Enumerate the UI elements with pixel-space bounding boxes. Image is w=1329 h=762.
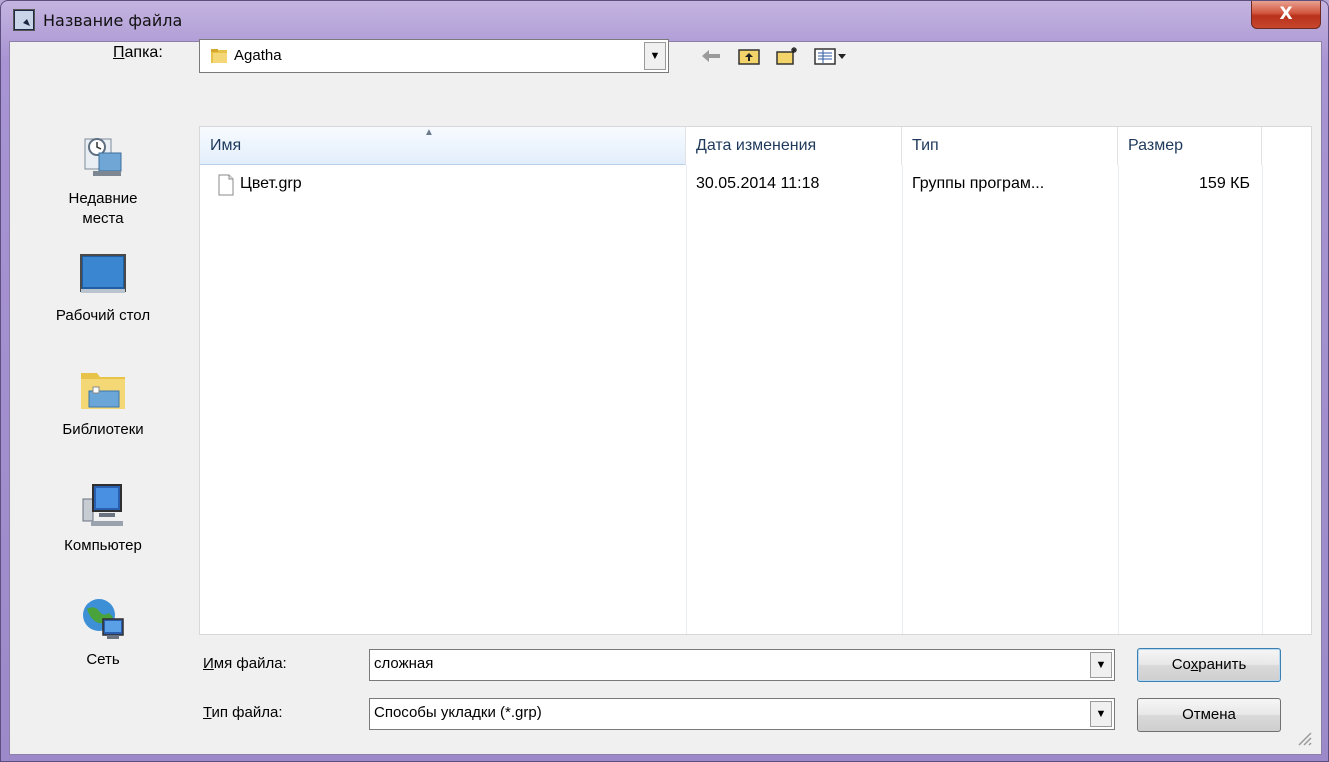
view-menu-icon[interactable]: [811, 43, 851, 69]
column-header-size-label: Размер: [1128, 137, 1183, 154]
navigation-toolbar: [697, 41, 851, 71]
folder-icon: [211, 49, 227, 63]
file-list[interactable]: Имя ▲ Дата изменения Тип Размер Цвет.grp…: [199, 126, 1312, 635]
recent-places-icon: [84, 138, 122, 176]
column-divider: [686, 165, 687, 634]
column-header-modified[interactable]: Дата изменения: [686, 127, 902, 165]
place-network[interactable]: Сеть: [23, 595, 183, 668]
computer-icon: [82, 484, 123, 526]
place-computer[interactable]: Компьютер: [23, 481, 183, 554]
column-header-type-label: Тип: [912, 137, 939, 154]
column-header-type[interactable]: Тип: [902, 127, 1118, 165]
place-network-label: Сеть: [86, 651, 120, 668]
current-folder-value: Agatha: [234, 47, 282, 64]
column-header-size[interactable]: Размер: [1118, 127, 1262, 165]
place-libraries-label: Библиотеки: [62, 421, 144, 438]
filename-input[interactable]: сложная ▼: [369, 649, 1115, 681]
window-title: Название файла: [43, 11, 183, 30]
place-desktop[interactable]: Рабочий стол: [23, 251, 183, 324]
filetype-label: Тип файла:: [203, 704, 283, 721]
file-size: 159 КБ: [1199, 175, 1250, 192]
column-header-filler: [1262, 127, 1311, 165]
column-divider: [902, 165, 903, 634]
filename-dropdown-arrow[interactable]: ▼: [1090, 652, 1112, 678]
column-divider: [1262, 165, 1263, 634]
file-row[interactable]: Цвет.grp 30.05.2014 11:18 Группы програм…: [200, 174, 1311, 203]
up-folder-icon[interactable]: [735, 43, 763, 69]
file-save-dialog: Название файла X Папка: Agatha ▼ Недавни…: [0, 0, 1329, 762]
filetype-select[interactable]: Способы укладки (*.grp) ▼: [369, 698, 1115, 730]
file-name: Цвет.grp: [240, 175, 302, 192]
filetype-value: Способы укладки (*.grp): [374, 704, 542, 721]
file-icon: [218, 174, 234, 196]
column-header-name[interactable]: Имя ▲: [200, 127, 686, 165]
cancel-button[interactable]: Отмена: [1137, 698, 1281, 732]
column-divider: [1118, 165, 1119, 634]
network-icon: [83, 599, 124, 639]
close-button[interactable]: X: [1251, 1, 1321, 29]
app-icon: [13, 9, 35, 31]
resize-grip-icon[interactable]: [1295, 729, 1313, 747]
place-computer-label: Компьютер: [64, 537, 142, 554]
sort-ascending-icon: ▲: [424, 127, 434, 138]
save-button[interactable]: Сохранить: [1137, 648, 1281, 682]
file-type: Группы програм...: [912, 175, 1045, 192]
desktop-icon: [80, 254, 126, 293]
place-libraries[interactable]: Библиотеки: [23, 365, 183, 438]
new-folder-icon[interactable]: [773, 43, 801, 69]
look-in-label: Папка:: [113, 44, 163, 61]
back-arrow-icon[interactable]: [697, 43, 725, 69]
file-modified: 30.05.2014 11:18: [696, 175, 820, 192]
column-header-name-label: Имя: [210, 137, 242, 154]
libraries-icon: [81, 373, 125, 409]
filetype-dropdown-arrow[interactable]: ▼: [1090, 701, 1112, 727]
place-recent-label: Недавние места: [68, 190, 138, 227]
place-desktop-label: Рабочий стол: [55, 307, 151, 324]
place-recent[interactable]: Недавние места: [23, 133, 183, 229]
look-in-combo[interactable]: Agatha ▼: [199, 39, 669, 73]
filename-value: сложная: [374, 655, 434, 672]
look-in-dropdown-arrow[interactable]: ▼: [644, 42, 666, 70]
filename-label: Имя файла:: [203, 655, 287, 672]
column-header-modified-label: Дата изменения: [696, 137, 817, 154]
title-bar[interactable]: Название файла X: [1, 1, 1329, 41]
